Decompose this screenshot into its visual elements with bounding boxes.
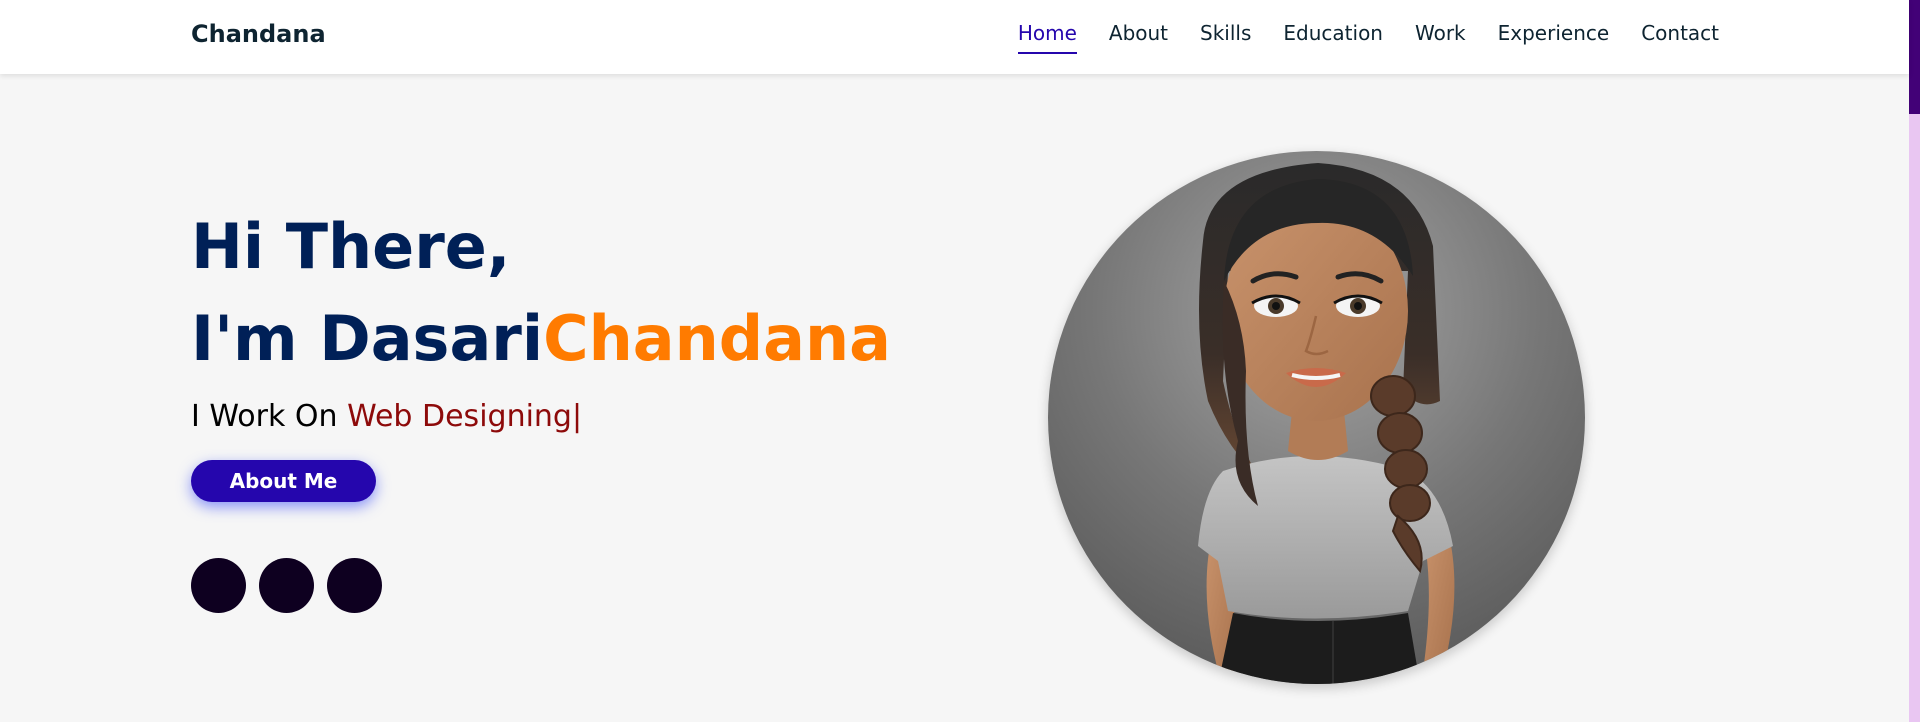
- nav-about[interactable]: About: [1109, 21, 1168, 54]
- typed-text: Web Designing: [347, 398, 572, 434]
- brand-logo[interactable]: Chandana: [191, 20, 326, 48]
- nav-contact[interactable]: Contact: [1641, 21, 1719, 54]
- social-link-2-icon[interactable]: [259, 557, 314, 613]
- about-me-button[interactable]: About Me: [191, 459, 376, 502]
- name-prefix: I'm Dasari: [191, 302, 544, 376]
- site-header: Chandana Home About Skills Education Wor…: [0, 0, 1909, 74]
- name-highlight: Chandana: [543, 302, 891, 376]
- work-prefix: I Work On: [191, 398, 348, 434]
- nav-work[interactable]: Work: [1415, 21, 1466, 54]
- social-link-1-icon[interactable]: [191, 557, 246, 613]
- name-heading: I'm DasariChandana: [191, 302, 891, 376]
- scrollbar-thumb[interactable]: [1909, 0, 1920, 114]
- page: Chandana Home About Skills Education Wor…: [0, 0, 1920, 722]
- scrollbar[interactable]: [1909, 0, 1920, 722]
- greeting-heading: Hi There,: [191, 210, 511, 283]
- avatar-image: [1048, 151, 1585, 684]
- typing-cursor: |: [571, 398, 583, 434]
- nav-education[interactable]: Education: [1283, 21, 1383, 54]
- work-line: I Work On Web Designing|: [191, 399, 891, 434]
- avatar-illustration: [1048, 151, 1585, 684]
- nav-skills[interactable]: Skills: [1200, 21, 1251, 54]
- social-links: [191, 557, 891, 613]
- main-nav: Home About Skills Education Work Experie…: [1017, 21, 1719, 54]
- social-link-3-icon[interactable]: [327, 557, 382, 613]
- hero-intro: Hi There, I'm DasariChandana I Work On W…: [191, 210, 891, 613]
- nav-experience[interactable]: Experience: [1498, 21, 1610, 54]
- nav-home[interactable]: Home: [1017, 21, 1077, 54]
